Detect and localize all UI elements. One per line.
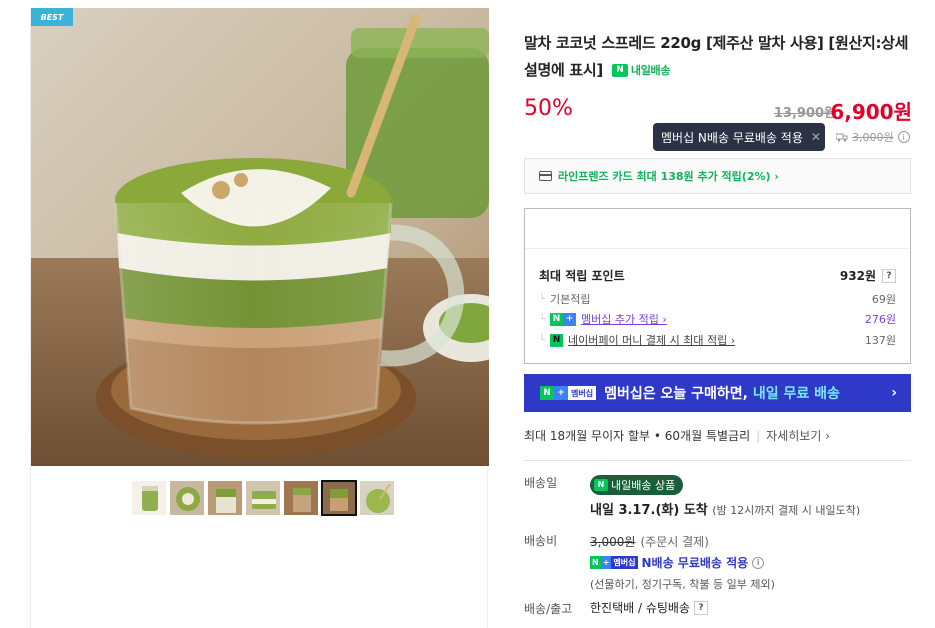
sale-price: 6,900원 (830, 100, 912, 124)
fee-strike: 3,000원 (590, 535, 636, 549)
points-total: 932원 (839, 269, 876, 283)
points-box: 최대 적립 포인트 932원 ? └ 기본적립 69원 └ N + 멤버십 추가 적… (524, 208, 911, 364)
membership-badge: N + 멤버십 (540, 386, 597, 400)
discount-rate: 50% (524, 96, 573, 121)
original-price: 13,900원 (773, 106, 836, 121)
naver-n-icon: N (594, 478, 608, 491)
fee-label: 배송비 (524, 534, 558, 548)
points-row-label[interactable]: 네이버페이 머니 결제 시 최대 적립 › (568, 332, 735, 348)
points-top-band (525, 209, 910, 249)
thumbnail-latte-wood[interactable] (283, 480, 319, 516)
points-title: 최대 적립 포인트 (539, 269, 625, 283)
naver-plus-icon: N + (550, 312, 577, 326)
shipping-fee-summary: 3,000원 i (836, 129, 910, 145)
points-row-basic: └ 기본적립 69원 (539, 291, 896, 307)
installment-more-link[interactable]: 자세히보기 › (766, 427, 830, 444)
points-help-button[interactable]: ? (882, 268, 896, 283)
thumbnail-jar[interactable] (131, 480, 167, 516)
thumbnail-latte-side[interactable] (207, 480, 243, 516)
product-gallery: BEST (30, 8, 489, 628)
delivery-value: N 내일배송 상품 내일 3.17.(화) 도착 (밤 12시까지 결제 시 내… (590, 472, 860, 518)
chevron-right-icon: › (891, 385, 897, 401)
free-shipping-text: N배송 무료배송 적용 (641, 556, 749, 570)
membership-banner-text: 멤버십은 오늘 구매하면, 내일 무료 배송 (604, 386, 840, 402)
best-badge: BEST (31, 8, 73, 26)
separator: | (756, 428, 761, 443)
card-benefit-text: 라인프렌즈 카드 최대 138원 추가 적립(2%) › (558, 170, 779, 183)
free-shipping-line: N + 멤버십 N배송 무료배송 적용 i (590, 554, 775, 571)
installment-text: 최대 18개월 무이자 할부 • 60개월 특별금리 (524, 429, 751, 443)
courier-help-button[interactable]: ? (694, 600, 708, 615)
thumbnail-latte-spoon[interactable] (359, 480, 395, 516)
thumbnail-latte-top[interactable] (169, 480, 205, 516)
delivery-tag: N 내일배송 (611, 57, 671, 84)
branch-icon: └ (539, 293, 546, 305)
price-row: 50% 13,900원 6,900원 (524, 96, 914, 126)
matcha-latte-illustration (31, 8, 489, 466)
points-row-label: 기본적립 (550, 293, 591, 306)
courier-value: 한진택배 / 슈팅배송 ? (590, 599, 708, 616)
thumbnail-strip (131, 480, 395, 516)
product-info-panel: 말차 코코넛 스프레드 220g [제주산 말차 사용] [원산지:상세설명에 … (524, 30, 914, 616)
membership-tooltip: 멤버십 N배송 무료배송 적용 ✕ (653, 123, 825, 151)
tooltip-text: 멤버십 N배송 무료배송 적용 (661, 130, 803, 145)
close-icon[interactable]: ✕ (811, 130, 821, 144)
membership-badge: N + 멤버십 (590, 556, 638, 569)
delivery-tag-label: 내일배송 (630, 64, 671, 77)
points-row-value: 137원 (864, 334, 896, 347)
shipping-fee-strike: 3,000원 (852, 131, 894, 144)
arrival-info: 내일 3.17.(화) 도착 (밤 12시까지 결제 시 내일도착) (590, 502, 861, 518)
info-icon[interactable]: i (752, 556, 765, 569)
main-product-image[interactable]: BEST (31, 8, 489, 466)
thumbnail-latte-glass[interactable] (245, 480, 281, 516)
points-row-value: 276원 (864, 313, 896, 326)
fee-condition: (주문시 결제) (640, 535, 709, 549)
points-row-membership[interactable]: └ N + 멤버십 추가 적립 › 276원 (539, 311, 896, 327)
points-header: 최대 적립 포인트 932원 ? (539, 267, 896, 284)
fee-value: 3,000원 (주문시 결제) N + 멤버십 N배송 무료배송 적용 i (선물하… (590, 531, 775, 592)
naver-n-icon: N (611, 64, 628, 77)
points-row-value: 69원 (871, 293, 896, 306)
truck-icon (836, 133, 848, 142)
info-icon[interactable]: i (897, 131, 910, 143)
naver-pay-icon: N (550, 333, 564, 347)
card-benefit-box[interactable]: 라인프렌즈 카드 최대 138원 추가 적립(2%) › (524, 158, 911, 194)
fee-exclusion: (선물하기, 정기구독, 착불 등 일부 제외) (590, 578, 775, 591)
branch-icon: └ (539, 334, 546, 346)
installment-info: 최대 18개월 무이자 할부 • 60개월 특별금리 | 자세히보기 › (524, 427, 830, 444)
delivery-pill: N 내일배송 상품 (590, 474, 684, 495)
points-row-label[interactable]: 멤버십 추가 적립 › (581, 311, 667, 327)
thumbnail-latte-main[interactable] (321, 480, 357, 516)
divider (524, 460, 911, 461)
membership-banner[interactable]: N + 멤버십 멤버십은 오늘 구매하면, 내일 무료 배송 › (524, 374, 911, 412)
product-title-text: 말차 코코넛 스프레드 220g [제주산 말차 사용] [원산지:상세설명에 … (524, 34, 909, 79)
delivery-label: 배송일 (524, 476, 558, 490)
product-title: 말차 코코넛 스프레드 220g [제주산 말차 사용] [원산지:상세설명에 … (524, 30, 914, 84)
branch-icon: └ (539, 313, 546, 325)
points-row-npay[interactable]: └ N 네이버페이 머니 결제 시 최대 적립 › 137원 (539, 332, 896, 348)
courier-label: 배송/출고 (524, 602, 573, 616)
credit-card-icon (539, 171, 552, 181)
